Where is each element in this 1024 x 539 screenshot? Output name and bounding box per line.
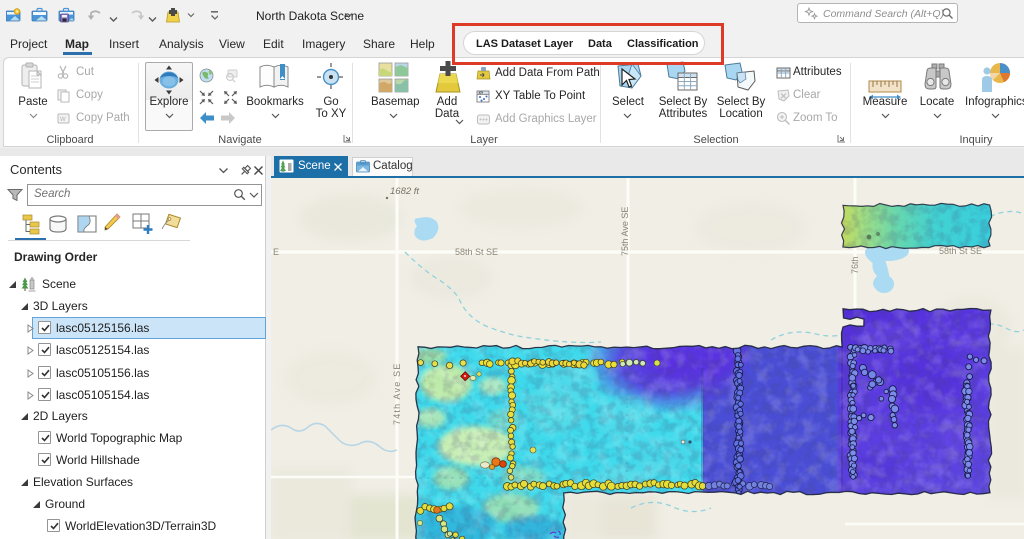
svg-text:74th Ave SE: 74th Ave SE [392, 362, 402, 425]
svg-text:XY: XY [479, 91, 484, 95]
svg-text:75th Ave SE: 75th Ave SE [620, 207, 630, 256]
svg-text:58th St SE: 58th St SE [455, 247, 498, 257]
svg-text:1682 ft: 1682 ft [390, 186, 419, 197]
svg-text:E: E [273, 247, 279, 257]
svg-text:58th St SE: 58th St SE [939, 246, 982, 256]
svg-text:76th: 76th [850, 256, 860, 274]
svg-text:W: W [60, 117, 66, 123]
